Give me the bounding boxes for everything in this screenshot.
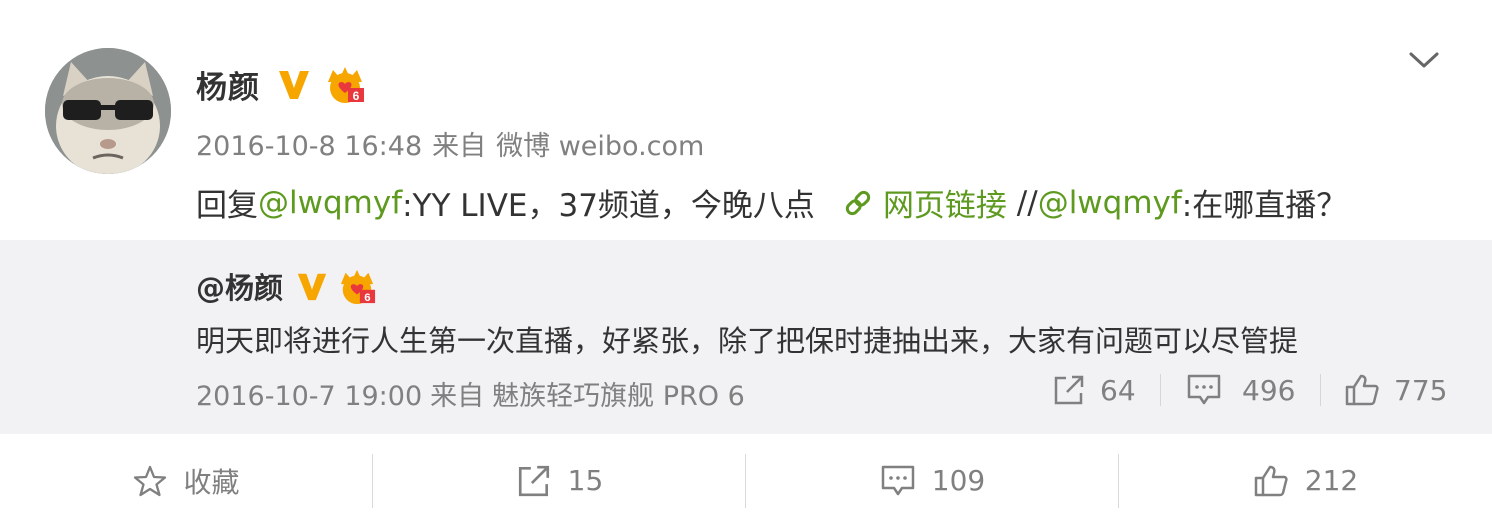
repost-author-row: @杨颜 6 xyxy=(196,266,377,306)
forward-count: 15 xyxy=(567,464,604,497)
thumbs-up-icon xyxy=(1345,374,1379,406)
post-timestamp[interactable]: 2016-10-8 16:48 xyxy=(196,131,422,162)
svg-text:6: 6 xyxy=(364,292,370,304)
avatar-image xyxy=(45,48,171,174)
like-button[interactable]: 212 xyxy=(1119,434,1492,527)
favorite-label: 收藏 xyxy=(183,465,240,499)
divider xyxy=(1160,374,1161,406)
post-end-text: :在哪直播？ xyxy=(1181,188,1348,224)
forward-button[interactable]: 15 xyxy=(373,434,746,527)
repost-comment-wrap: 496 xyxy=(1186,368,1295,412)
repost-forward-count: 64 xyxy=(1100,373,1136,407)
like-count: 212 xyxy=(1304,464,1359,497)
author-row: 杨颜 6 xyxy=(196,62,366,106)
star-icon xyxy=(134,465,167,496)
post-from-label: 来自 xyxy=(432,131,487,162)
repost-from-label: 来自 xyxy=(430,381,485,412)
divider xyxy=(1320,374,1321,406)
repost-like-count: 775 xyxy=(1394,373,1448,407)
author-name[interactable]: 杨颜 xyxy=(196,62,260,107)
verified-v-icon[interactable] xyxy=(295,269,329,303)
repost-slashes: // xyxy=(1006,184,1038,221)
thumbs-up-icon xyxy=(1254,465,1288,496)
more-options-button[interactable] xyxy=(1408,44,1440,76)
repost-timestamp[interactable]: 2016-10-7 19:00 xyxy=(196,381,422,412)
link-icon xyxy=(845,190,871,215)
repost-forward-button[interactable]: 64 xyxy=(1052,373,1136,407)
post-source[interactable]: 微博 weibo.com xyxy=(496,131,704,162)
favorite-button[interactable]: 收藏 xyxy=(0,434,373,527)
mention-link-2[interactable]: @lwqmyf xyxy=(1038,185,1182,221)
web-link-label: 网页链接 xyxy=(882,188,1007,224)
post-actions-bar: 收藏 15 109 212 xyxy=(0,434,1492,527)
comment-button[interactable]: 109 xyxy=(746,434,1119,527)
repost-comment-count: 496 xyxy=(1242,373,1296,407)
crown-member-icon[interactable]: 6 xyxy=(324,64,366,104)
post-meta: 2016-10-8 16:48 来自 微博 weibo.com xyxy=(196,124,714,163)
mention-link[interactable]: @lwqmyf xyxy=(258,185,402,221)
post-body-text: :YY LIVE，37频道，今晚八点 xyxy=(402,188,815,224)
share-icon xyxy=(1054,375,1084,405)
comment-icon xyxy=(881,465,915,495)
repost-like-button[interactable]: 775 xyxy=(1344,373,1447,407)
crown-member-icon[interactable]: 6 xyxy=(337,267,377,305)
repost-text: 明天即将进行人生第一次直播，好紧张，除了把保时捷抽出来，大家有问题可以尽管提 xyxy=(196,324,1299,358)
repost-like-wrap: 775 xyxy=(1344,368,1447,412)
repost-source[interactable]: 魅族轻巧旗舰 PRO 6 xyxy=(492,381,745,412)
repost-comment-button[interactable]: 496 xyxy=(1186,373,1295,407)
reposted-weibo[interactable]: @杨颜 6 明天即将进行人生第一次直播，好紧张，除了把保时捷抽出来，大家有问题可… xyxy=(0,240,1492,434)
repost-actions: 64 xyxy=(1052,368,1136,412)
svg-text:6: 6 xyxy=(353,89,360,103)
repost-author-name[interactable]: @杨颜 xyxy=(196,265,283,307)
avatar[interactable] xyxy=(45,48,171,174)
comment-count: 109 xyxy=(931,464,986,497)
repost-meta: 2016-10-7 19:00 来自 魅族轻巧旗舰 PRO 6 xyxy=(196,374,753,413)
comment-icon xyxy=(1187,374,1221,405)
reply-prefix: 回复 xyxy=(196,188,258,224)
weibo-post-card: 杨颜 6 2016-10-8 16:48 来自 微博 weibo.com 回复 @l… xyxy=(0,0,1492,527)
web-link[interactable]: 网页链接 xyxy=(843,180,1007,225)
chevron-down-icon xyxy=(1409,52,1439,68)
share-icon xyxy=(518,465,549,496)
verified-v-icon[interactable] xyxy=(276,66,312,102)
post-text: 回复 @lwqmyf :YY LIVE，37频道，今晚八点 网页链接 // @l… xyxy=(196,180,1347,225)
